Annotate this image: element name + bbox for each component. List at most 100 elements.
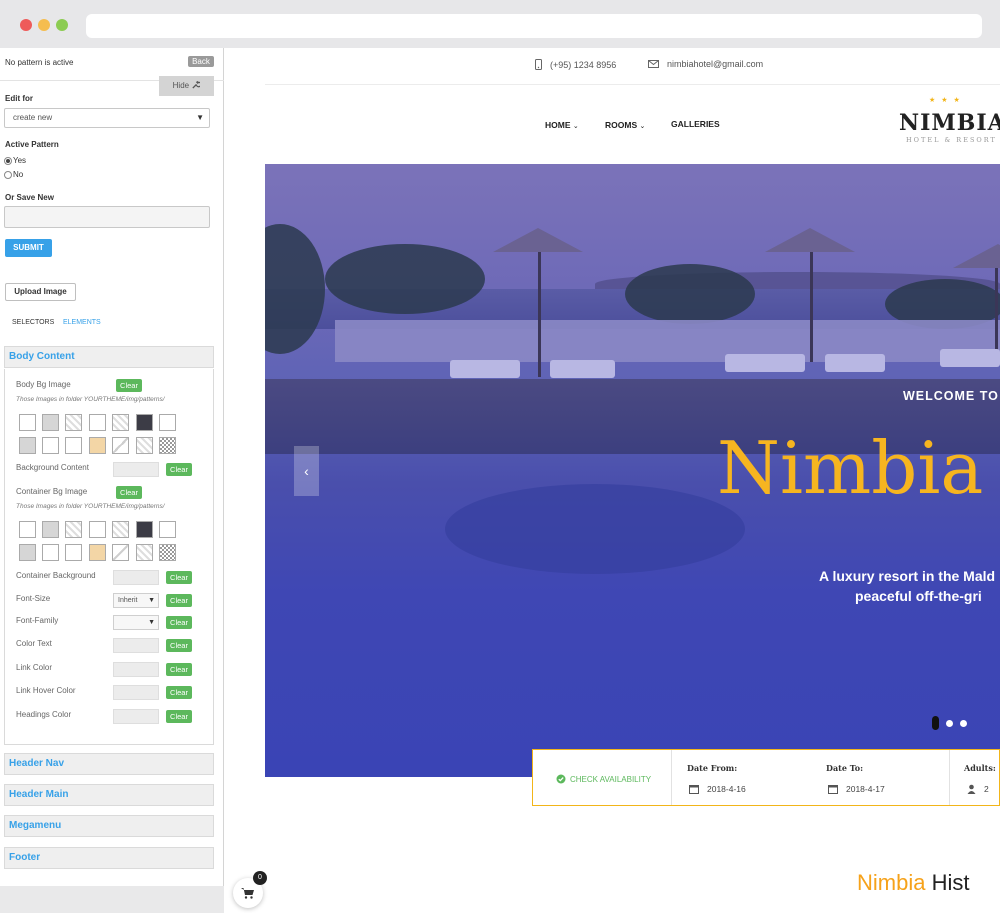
clear-button[interactable]: Clear	[166, 639, 192, 652]
section-body-content[interactable]: Body Content	[4, 346, 214, 368]
email-contact[interactable]: nimbiahotel@gmail.com	[648, 59, 763, 69]
font-size-value: Inherit	[118, 597, 138, 604]
radio-yes[interactable]	[4, 156, 12, 165]
date-from-value: 2018-4-16	[707, 784, 746, 794]
edit-for-select[interactable]: create new ▼	[4, 108, 210, 128]
section-footer[interactable]: Footer	[4, 847, 214, 869]
pattern-swatch[interactable]	[89, 521, 106, 538]
submit-button[interactable]: SUBMIT	[5, 239, 52, 257]
pattern-swatch[interactable]	[42, 521, 59, 538]
divider	[949, 750, 950, 805]
date-from-field[interactable]: 2018-4-16	[689, 784, 746, 794]
pattern-swatch[interactable]	[42, 414, 59, 431]
hero-wall	[335, 320, 1000, 362]
palm-tree	[265, 224, 325, 354]
pattern-swatch[interactable]	[136, 521, 153, 538]
section-header-nav[interactable]: Header Nav	[4, 753, 214, 775]
section-header-main[interactable]: Header Main	[4, 784, 214, 806]
pattern-swatch[interactable]	[159, 414, 176, 431]
pattern-swatch[interactable]	[112, 521, 129, 538]
hero-prev-arrow[interactable]: ‹	[294, 446, 319, 496]
pattern-swatch[interactable]	[65, 414, 82, 431]
pattern-swatch[interactable]	[65, 544, 82, 561]
link-color-input[interactable]	[113, 662, 159, 677]
pattern-swatch[interactable]	[136, 414, 153, 431]
edit-for-label: Edit for	[5, 94, 33, 103]
address-bar[interactable]	[86, 14, 982, 38]
clear-button[interactable]: Clear	[166, 686, 192, 699]
pattern-swatch[interactable]	[136, 437, 153, 454]
check-availability-button[interactable]: CHECK AVAILABILITY	[556, 774, 651, 784]
pattern-swatch[interactable]	[65, 521, 82, 538]
clear-button[interactable]: Clear	[166, 594, 192, 607]
font-size-select[interactable]: Inherit ▼	[113, 593, 159, 608]
chevron-down-icon: ⌄	[639, 123, 646, 130]
clear-button[interactable]: Clear	[116, 379, 142, 392]
pattern-swatch[interactable]	[19, 437, 36, 454]
radio-yes-row[interactable]: Yes	[4, 156, 26, 165]
link-hover-color-input[interactable]	[113, 685, 159, 700]
hide-button[interactable]: Hide	[159, 76, 214, 96]
save-new-input[interactable]	[4, 206, 210, 228]
tab-selectors[interactable]: SELECTORS	[12, 319, 54, 326]
lounger	[940, 349, 1000, 367]
date-from-label: Date From:	[687, 763, 738, 773]
pattern-swatch[interactable]	[159, 437, 176, 454]
radio-no-row[interactable]: No	[4, 170, 23, 179]
nav-home[interactable]: HOME ⌄	[545, 120, 579, 130]
link-color-label: Link Color	[16, 663, 53, 672]
pattern-swatch[interactable]	[19, 414, 36, 431]
palm-tree	[625, 264, 755, 324]
link-hover-color-label: Link Hover Color	[16, 686, 76, 695]
tab-elements[interactable]: ELEMENTS	[63, 319, 101, 326]
adults-label: Adults:	[964, 763, 996, 773]
clear-button[interactable]: Clear	[166, 571, 192, 584]
nav-rooms[interactable]: ROOMS ⌄	[605, 120, 645, 130]
minimize-window-dot[interactable]	[38, 19, 50, 31]
cart-count-badge: 0	[253, 871, 267, 885]
background-content-color[interactable]	[113, 462, 159, 477]
clear-button[interactable]: Clear	[166, 616, 192, 629]
pattern-swatch[interactable]	[19, 521, 36, 538]
pattern-swatch[interactable]	[159, 544, 176, 561]
pattern-swatch[interactable]	[112, 437, 129, 454]
slider-dot[interactable]	[960, 720, 967, 727]
clear-button[interactable]: Clear	[116, 486, 142, 499]
container-background-color[interactable]	[113, 570, 159, 585]
headings-color-label: Headings Color	[16, 710, 72, 719]
color-text-input[interactable]	[113, 638, 159, 653]
radio-no[interactable]	[4, 170, 12, 179]
pattern-swatch[interactable]	[19, 544, 36, 561]
nav-galleries[interactable]: GALLERIES	[671, 119, 720, 129]
font-family-label: Font-Family	[16, 616, 59, 625]
maximize-window-dot[interactable]	[56, 19, 68, 31]
slider-dot[interactable]	[946, 720, 953, 727]
clear-button[interactable]: Clear	[166, 463, 192, 476]
pattern-swatch[interactable]	[89, 437, 106, 454]
close-window-dot[interactable]	[20, 19, 32, 31]
pattern-swatch[interactable]	[89, 544, 106, 561]
pattern-swatch[interactable]	[65, 437, 82, 454]
headings-color-input[interactable]	[113, 709, 159, 724]
slider-dot-active[interactable]	[932, 716, 939, 730]
clear-button[interactable]: Clear	[166, 710, 192, 723]
pattern-swatch[interactable]	[136, 544, 153, 561]
section-megamenu[interactable]: Megamenu	[4, 815, 214, 837]
pattern-swatch[interactable]	[89, 414, 106, 431]
adults-field[interactable]: 2	[967, 784, 989, 794]
back-button[interactable]: Back	[188, 56, 214, 67]
clear-button[interactable]: Clear	[166, 663, 192, 676]
pattern-swatch[interactable]	[42, 437, 59, 454]
date-to-field[interactable]: 2018-4-17	[828, 784, 885, 794]
pattern-swatch[interactable]	[42, 544, 59, 561]
body-content-fields: Body Bg Image Clear Those Images in fold…	[4, 369, 214, 745]
upload-image-button[interactable]: Upload Image	[5, 283, 76, 301]
umbrella	[953, 244, 1000, 268]
or-save-new-label: Or Save New	[5, 193, 54, 202]
pattern-swatch[interactable]	[112, 414, 129, 431]
pattern-swatch[interactable]	[159, 521, 176, 538]
history-heading: Nimbia Hist	[857, 870, 969, 896]
pattern-swatch[interactable]	[112, 544, 129, 561]
site-logo[interactable]: NIMBIA	[899, 110, 1000, 136]
font-family-select[interactable]: ▼	[113, 615, 159, 630]
